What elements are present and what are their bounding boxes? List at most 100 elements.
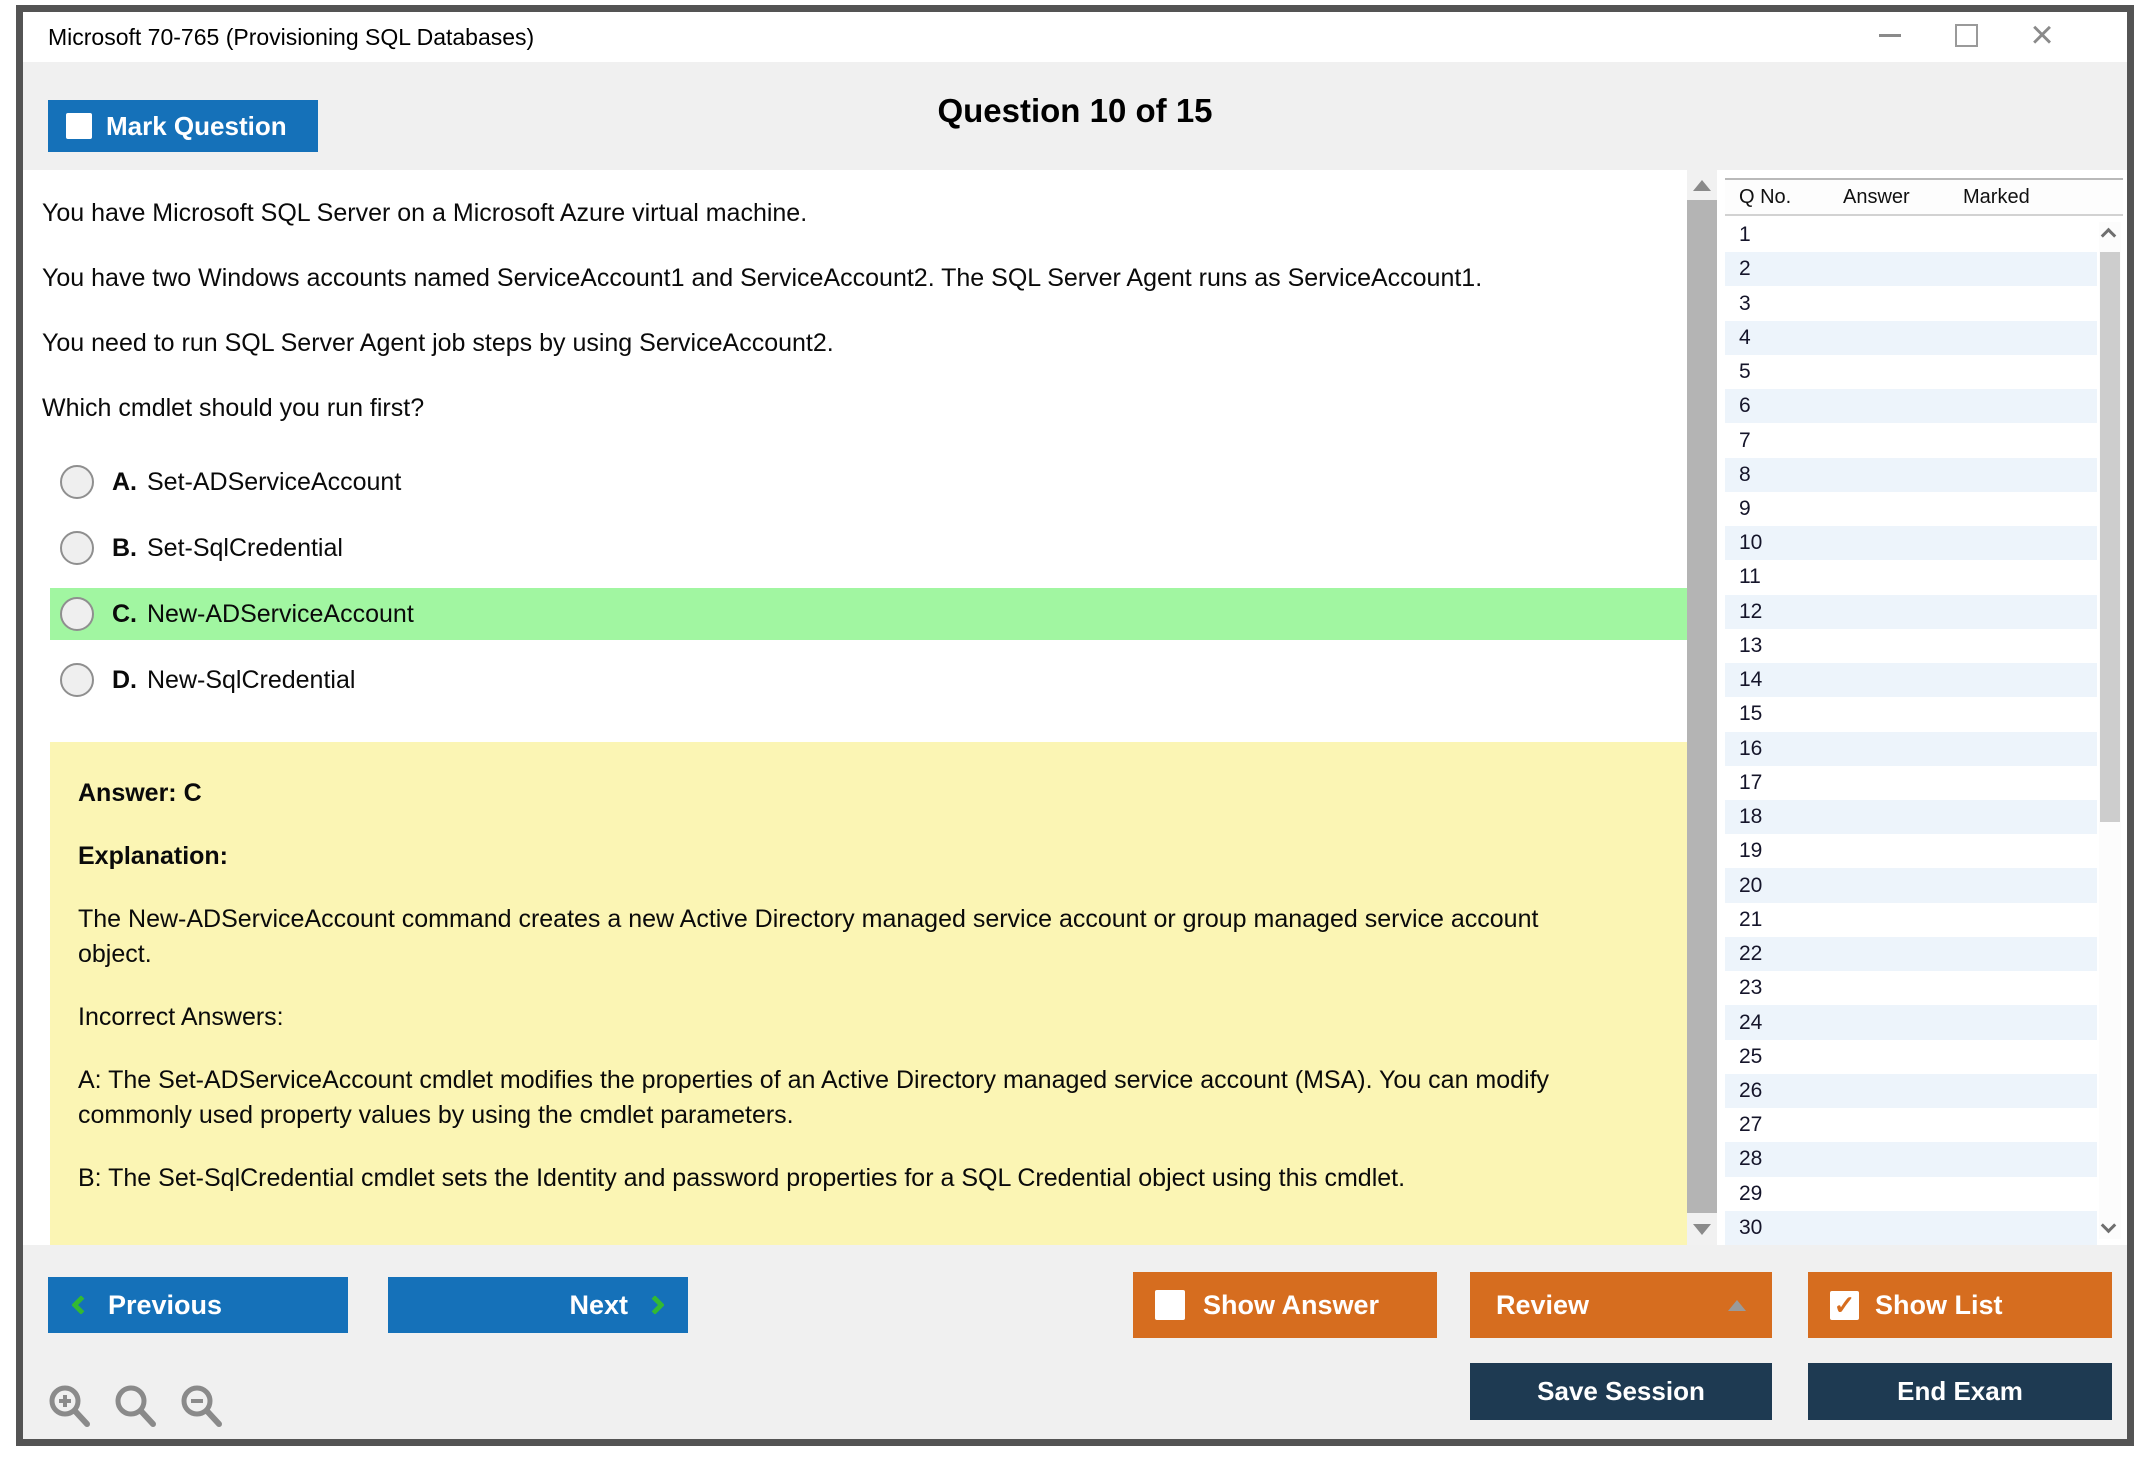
question-list-row[interactable]: 10	[1725, 526, 2097, 560]
question-number: 7	[1725, 429, 1751, 453]
question-list-row[interactable]: 22	[1725, 937, 2097, 971]
zoom-out-icon[interactable]	[177, 1383, 229, 1434]
question-number: 12	[1725, 600, 1762, 624]
question-list-row[interactable]: 11	[1725, 560, 2097, 594]
question-list-row[interactable]: 27	[1725, 1108, 2097, 1142]
column-marked: Marked	[1963, 186, 2030, 209]
answer-option-a[interactable]: A.Set-ADServiceAccount	[50, 456, 1687, 508]
question-number: 19	[1725, 839, 1762, 863]
question-list-row[interactable]: 4	[1725, 321, 2097, 355]
question-list-row[interactable]: 1	[1725, 218, 2097, 252]
question-number: 22	[1725, 942, 1762, 966]
radio-button[interactable]	[60, 465, 94, 499]
window-title: Microsoft 70-765 (Provisioning SQL Datab…	[48, 24, 534, 51]
zoom-reset-icon[interactable]	[111, 1383, 163, 1434]
answer-option-d[interactable]: D.New-SqlCredential	[50, 654, 1687, 706]
question-number: 10	[1725, 531, 1762, 555]
question-list-row[interactable]: 18	[1725, 800, 2097, 834]
maximize-icon[interactable]	[1951, 18, 1981, 52]
question-list-row[interactable]: 26	[1725, 1074, 2097, 1108]
option-text: Set-SqlCredential	[147, 534, 343, 563]
column-qno: Q No.	[1739, 186, 1791, 209]
question-list-row[interactable]: 28	[1725, 1142, 2097, 1176]
answer-option-c[interactable]: C.New-ADServiceAccount	[50, 588, 1687, 640]
radio-button[interactable]	[60, 531, 94, 565]
explanation-box: Answer: C Explanation: The New-ADService…	[50, 742, 1687, 1245]
question-list-row[interactable]: 15	[1725, 697, 2097, 731]
review-button[interactable]: Review	[1470, 1272, 1772, 1338]
radio-button[interactable]	[60, 663, 94, 697]
question-list-row[interactable]: 20	[1725, 868, 2097, 902]
question-number: 9	[1725, 497, 1751, 521]
question-list-row[interactable]: 24	[1725, 1005, 2097, 1039]
question-list-row[interactable]: 2	[1725, 252, 2097, 286]
question-list-row[interactable]: 12	[1725, 595, 2097, 629]
question-counter: Question 10 of 15	[23, 92, 2127, 130]
option-letter: C.	[112, 600, 137, 629]
question-list-row[interactable]: 5	[1725, 355, 2097, 389]
close-icon[interactable]: ×	[2027, 18, 2057, 52]
list-scroll-up-icon[interactable]	[2101, 228, 2117, 244]
question-list-row[interactable]: 17	[1725, 766, 2097, 800]
previous-label: Previous	[108, 1290, 222, 1321]
question-list-row[interactable]: 16	[1725, 732, 2097, 766]
list-scroll-down-icon[interactable]	[2101, 1218, 2117, 1234]
save-session-label: Save Session	[1537, 1376, 1705, 1407]
show-list-label: Show List	[1875, 1290, 2003, 1321]
question-list-rows: 1234567891011121314151617181920212223242…	[1725, 218, 2123, 1245]
radio-button[interactable]	[60, 597, 94, 631]
minimize-icon[interactable]	[1875, 18, 1905, 52]
explanation-paragraph: Incorrect Answers:	[78, 1000, 1618, 1035]
show-answer-checkbox[interactable]	[1155, 1290, 1185, 1320]
explanation-text: The New-ADServiceAccount command creates…	[78, 902, 1658, 1196]
question-list-row[interactable]: 25	[1725, 1040, 2097, 1074]
question-list-row[interactable]: 13	[1725, 629, 2097, 663]
save-session-button[interactable]: Save Session	[1470, 1363, 1772, 1420]
question-list-row[interactable]: 9	[1725, 492, 2097, 526]
explanation-paragraph: A: The Set-ADServiceAccount cmdlet modif…	[78, 1063, 1618, 1133]
question-text: You have Microsoft SQL Server on a Micro…	[42, 196, 1687, 426]
question-number: 25	[1725, 1045, 1762, 1069]
list-scrollbar[interactable]	[2099, 222, 2121, 1239]
question-number: 21	[1725, 908, 1762, 932]
question-list-row[interactable]: 23	[1725, 971, 2097, 1005]
question-paragraph: You have Microsoft SQL Server on a Micro…	[42, 196, 1542, 231]
show-list-button[interactable]: ✓ Show List	[1808, 1272, 2112, 1338]
question-list-row[interactable]: 7	[1725, 423, 2097, 457]
scrollbar-thumb[interactable]	[1687, 200, 1717, 1213]
question-number: 23	[1725, 976, 1762, 1000]
question-list-row[interactable]: 8	[1725, 458, 2097, 492]
question-list-row[interactable]: 3	[1725, 286, 2097, 320]
question-number: 4	[1725, 326, 1751, 350]
question-number: 5	[1725, 360, 1751, 384]
scroll-down-icon[interactable]	[1693, 1224, 1711, 1235]
question-number: 16	[1725, 737, 1762, 761]
explanation-paragraph: The New-ADServiceAccount command creates…	[78, 902, 1618, 972]
column-answer: Answer	[1843, 186, 1910, 209]
answer-option-b[interactable]: B. Set-SqlCredential	[50, 522, 1687, 574]
answer-options: A.Set-ADServiceAccount B. Set-SqlCredentia…	[42, 456, 1687, 706]
question-list-row[interactable]: 29	[1725, 1177, 2097, 1211]
question-number: 26	[1725, 1079, 1762, 1103]
list-scrollbar-thumb[interactable]	[2100, 252, 2120, 822]
content-scrollbar[interactable]	[1687, 170, 1717, 1245]
next-label: Next	[569, 1290, 628, 1321]
question-list-row[interactable]: 21	[1725, 903, 2097, 937]
previous-button[interactable]: Previous	[48, 1277, 348, 1333]
question-paragraph: You need to run SQL Server Agent job ste…	[42, 326, 1542, 361]
show-list-checkbox[interactable]: ✓	[1830, 1291, 1859, 1320]
zoom-in-icon[interactable]	[45, 1383, 97, 1434]
next-button[interactable]: Next	[388, 1277, 688, 1333]
question-list-row[interactable]: 19	[1725, 834, 2097, 868]
scroll-up-icon[interactable]	[1693, 180, 1711, 191]
bottom-toolbar: Previous Next Show Answer Review ✓ Show …	[23, 1245, 2127, 1439]
question-list-row[interactable]: 14	[1725, 663, 2097, 697]
option-letter: B.	[112, 534, 137, 563]
question-list-row[interactable]: 6	[1725, 389, 2097, 423]
option-text: Set-ADServiceAccount	[147, 468, 401, 497]
show-answer-button[interactable]: Show Answer	[1133, 1272, 1437, 1338]
question-number: 20	[1725, 874, 1762, 898]
end-exam-button[interactable]: End Exam	[1808, 1363, 2112, 1420]
question-list-row[interactable]: 30	[1725, 1211, 2097, 1245]
question-number: 28	[1725, 1147, 1762, 1171]
